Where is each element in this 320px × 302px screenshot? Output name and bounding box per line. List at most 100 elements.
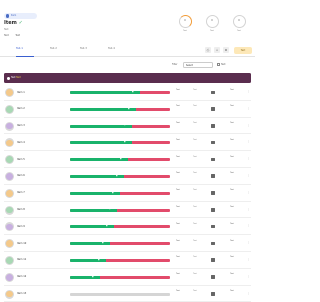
avatar (5, 121, 14, 131)
tab-2[interactable]: Tab 2 (50, 47, 57, 50)
item-stat: Text (176, 155, 180, 158)
more-options-icon[interactable]: ⋮ (247, 139, 250, 143)
flag-icon[interactable] (211, 292, 215, 296)
more-options-icon[interactable]: ⋮ (247, 291, 250, 295)
list-item[interactable]: Item 6 ● Text Text Text ⋮ (4, 168, 251, 185)
verified-icon: ✓ (18, 20, 23, 26)
flag-icon[interactable] (211, 174, 215, 178)
item-status: Text (230, 105, 234, 108)
more-options-icon[interactable]: ⋮ (247, 274, 250, 278)
item-name: Item 12 (17, 275, 27, 279)
item-stat-secondary: Text (193, 273, 197, 276)
flag-icon[interactable] (211, 241, 215, 246)
progress-fill (70, 141, 132, 145)
list-item[interactable]: Item 9 ● Text Text Text ⋮ (4, 218, 251, 236)
filter-checkbox-label: Text (221, 63, 226, 66)
item-status: Text (230, 273, 234, 276)
more-options-icon[interactable]: ⋮ (247, 156, 250, 160)
list-item[interactable]: Item 10 ● Text Text Text ⋮ (4, 235, 251, 252)
avatar (5, 222, 14, 232)
more-options-icon[interactable]: ⋮ (247, 190, 250, 194)
more-options-icon[interactable]: ⋮ (247, 123, 250, 127)
more-options-icon[interactable]: ⋮ (247, 207, 250, 211)
flag-icon[interactable] (211, 140, 215, 145)
category-chip[interactable]: Item (4, 13, 37, 19)
list-item[interactable]: Item 12 ● Text Text Text ⋮ (4, 269, 251, 286)
download-icon[interactable]: ↓ (214, 47, 220, 53)
alert-highlight[interactable]: Text (16, 76, 20, 79)
more-options-icon[interactable]: ⋮ (247, 89, 250, 93)
filter-checkbox[interactable] (217, 62, 220, 66)
more-options-icon[interactable]: ⋮ (247, 173, 250, 177)
avatar (5, 155, 14, 165)
list-item[interactable]: Item 5 ● Text Text Text ⋮ (4, 151, 251, 168)
item-stat: Text (176, 222, 180, 225)
item-stat: Text (176, 172, 180, 175)
item-list: Item 1 ● Text Text Text ⋮ Item 2 ● Text Text Text ⋮… (4, 84, 251, 302)
chip-label: Item (11, 14, 17, 17)
progress-marker: ● (132, 91, 134, 93)
list-item[interactable]: Item 13 Text Text Text ⋮ (4, 286, 251, 302)
stat-card: 0 Text (229, 15, 249, 39)
page-title: Item ✓ (4, 20, 23, 26)
item-stat-secondary: Text (193, 222, 197, 225)
avatar-image (6, 173, 13, 180)
list-item[interactable]: Item 7 ● Text Text Text ⋮ (4, 185, 251, 202)
tab-1[interactable]: Tab 1 (16, 47, 23, 50)
flag-icon[interactable] (211, 90, 215, 94)
item-stat-secondary: Text (193, 138, 197, 141)
flag-icon[interactable] (211, 191, 215, 195)
item-status: Text (230, 189, 234, 192)
print-icon[interactable]: ⎙ (205, 47, 211, 53)
more-options-icon[interactable]: ⋮ (247, 106, 250, 110)
stat-ring: 0 (232, 15, 246, 28)
avatar-image (6, 273, 13, 281)
avatar-image (6, 156, 13, 163)
progress-fill (70, 91, 140, 94)
filter-select[interactable]: Select (183, 61, 213, 68)
flag-icon[interactable] (211, 275, 215, 279)
item-stat: Text (176, 122, 180, 125)
warning-button[interactable]: Text (234, 46, 252, 54)
page-subtitle: Text (4, 28, 9, 31)
tab-4[interactable]: Tab 4 (108, 47, 115, 50)
avatar (5, 138, 14, 148)
flag-icon[interactable] (211, 224, 215, 229)
tab-3[interactable]: Tab 3 (80, 47, 87, 50)
list-item[interactable]: Item 3 ● Text Text Text ⋮ (4, 118, 251, 135)
stat-label: Text (236, 29, 242, 32)
avatar (5, 188, 14, 198)
list-item[interactable]: Item 8 ● Text Text Text ⋮ (4, 202, 251, 219)
item-stat-secondary: Text (193, 105, 197, 108)
item-status: Text (230, 172, 234, 175)
item-status: Text (230, 138, 234, 141)
list-item[interactable]: Item 2 ● Text Text Text ⋮ (4, 101, 251, 118)
list-item[interactable]: Item 11 ● Text Text Text ⋮ (4, 252, 251, 269)
progress-bar: ● (70, 141, 170, 145)
flag-icon[interactable] (211, 124, 215, 128)
progress-fill (70, 242, 110, 246)
avatar-image (6, 206, 13, 214)
item-name: Item 7 (17, 191, 25, 195)
item-status: Text (230, 88, 234, 91)
list-item[interactable]: Item 4 ● Text Text Text ⋮ (4, 134, 251, 152)
page-header: Item Item ✓ Text Text Text 0 Text 0 Text… (0, 0, 255, 44)
item-status: Text (230, 222, 234, 225)
progress-marker: ● (128, 107, 130, 110)
avatar-image (6, 89, 13, 96)
progress-marker: ● (124, 124, 126, 127)
more-options-icon[interactable]: ⋮ (247, 223, 250, 227)
flag-icon[interactable] (211, 107, 215, 111)
progress-fill (70, 107, 136, 111)
item-status: Text (230, 290, 234, 293)
settings-icon[interactable]: ⚙ (223, 47, 229, 53)
flag-icon[interactable] (211, 208, 215, 212)
flag-icon[interactable] (211, 157, 215, 162)
item-stat-secondary: Text (193, 256, 197, 259)
list-item[interactable]: Item 1 ● Text Text Text ⋮ (4, 84, 251, 101)
more-options-icon[interactable]: ⋮ (247, 240, 250, 244)
flag-icon[interactable] (211, 258, 215, 262)
more-options-icon[interactable]: ⋮ (247, 257, 250, 261)
item-stat-secondary: Text (193, 239, 197, 242)
item-stat: Text (176, 88, 180, 91)
